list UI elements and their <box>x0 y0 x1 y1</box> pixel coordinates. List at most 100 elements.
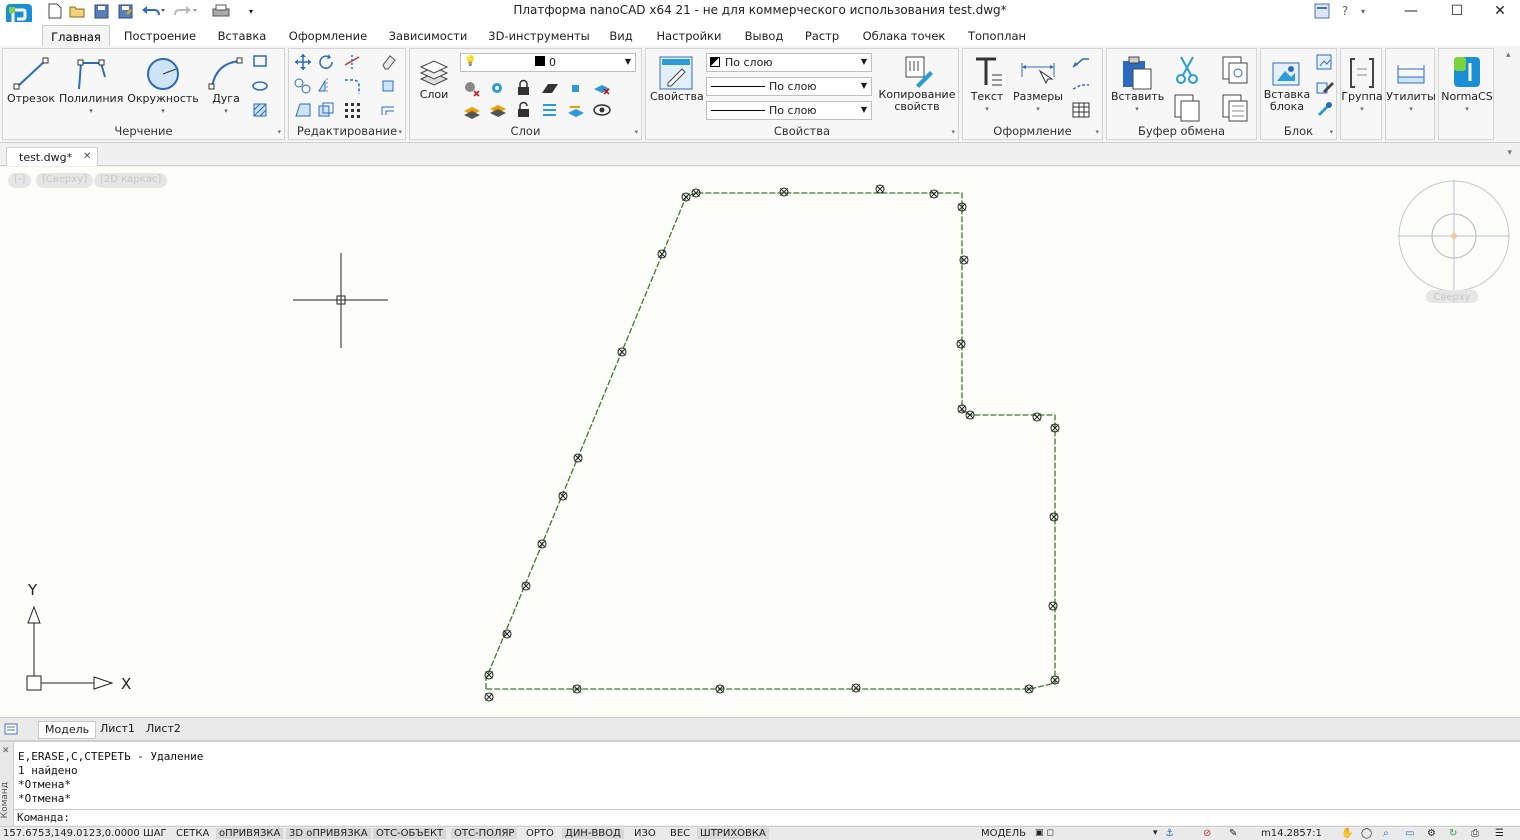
paste-special-icon[interactable] <box>1219 93 1249 123</box>
grip-marker[interactable] <box>681 192 691 202</box>
status-toggle-grid[interactable]: СЕТКА <box>173 828 212 839</box>
tab-view[interactable]: Вид <box>606 25 636 46</box>
sync-icon[interactable]: ↻ <box>1446 828 1460 839</box>
insert-block-button[interactable]: Вставка блока <box>1263 55 1311 115</box>
grip-marker[interactable] <box>573 453 583 463</box>
help-icon[interactable]: ? <box>1338 2 1352 20</box>
workspace-icon[interactable]: ⚙ <box>1424 828 1439 839</box>
qat-customize-icon[interactable]: ▾ <box>246 2 256 20</box>
status-mode[interactable]: МОДЕЛЬ <box>978 828 1029 839</box>
status-toggle-osnap[interactable]: оПРИВЯЗКА <box>216 828 284 839</box>
polyline-button[interactable]: Полилиния ▾ <box>59 55 123 115</box>
text-button[interactable]: Текст ▾ <box>967 55 1007 115</box>
fillet-icon[interactable] <box>343 77 363 95</box>
line-button[interactable]: Отрезок <box>7 55 55 115</box>
scale-readout[interactable]: m14.2857:1 <box>1258 828 1325 839</box>
tab-settings[interactable]: Настройки <box>652 25 726 46</box>
table-icon[interactable] <box>1071 101 1091 119</box>
grip-marker[interactable] <box>484 692 494 702</box>
grip-marker[interactable] <box>959 255 969 265</box>
layer-lock-icon[interactable] <box>514 79 534 97</box>
viewcube-compass[interactable] <box>1398 180 1510 292</box>
grip-marker[interactable] <box>1049 512 1059 522</box>
group-button[interactable]: Группа ▾ <box>1341 55 1383 115</box>
scale-icon[interactable] <box>317 101 337 119</box>
create-block-icon[interactable] <box>1315 53 1335 71</box>
layer-walk-icon[interactable] <box>462 101 482 119</box>
minimize-button[interactable]: — <box>1388 0 1434 22</box>
tab-home[interactable]: Главная <box>42 25 110 46</box>
layer-unlock-icon[interactable] <box>514 101 534 119</box>
document-tab[interactable]: test.dwg* ✕ <box>6 147 98 166</box>
grip-marker[interactable] <box>657 249 667 259</box>
save-icon[interactable] <box>92 2 110 20</box>
arc-button[interactable]: Дуга ▾ <box>205 55 247 115</box>
status-settings-icon[interactable]: ☰ <box>1492 828 1507 839</box>
lineweight-select[interactable]: По слою ▼ <box>706 101 872 120</box>
status-toggle-snap[interactable]: ШАГ <box>140 828 170 839</box>
status-toggle-otrack[interactable]: ОТС-ОБЪЕКТ <box>373 828 447 839</box>
edit-block-icon[interactable] <box>1315 77 1335 95</box>
color-select[interactable]: По слою ▼ <box>706 53 872 72</box>
zoom-icon[interactable]: ⌕ <box>1380 828 1392 839</box>
drawing-canvas[interactable]: [-] [Сверху] [2D каркас] Y X Сверху <box>0 167 1520 717</box>
dimensions-button[interactable]: Размеры ▾ <box>1011 55 1065 115</box>
multileader-icon[interactable] <box>1071 77 1091 95</box>
status-dropdown-icon[interactable]: ▾ <box>1150 828 1161 838</box>
layer-translate-icon[interactable] <box>566 101 586 119</box>
paste-button[interactable]: Вставить ▾ <box>1111 55 1164 115</box>
viewport-icon[interactable]: ▭ <box>1402 828 1417 839</box>
status-toggle-polar[interactable]: ОТС-ПОЛЯР <box>451 828 518 839</box>
help-dropdown-icon[interactable]: ▾ <box>1358 2 1368 20</box>
polyline-dropdown-icon[interactable]: ▾ <box>59 105 123 117</box>
tab-raster[interactable]: Растр <box>800 25 844 46</box>
layer-merge-icon[interactable] <box>488 101 508 119</box>
command-window-handle[interactable]: ✕ Команд <box>0 742 14 837</box>
normacs-button[interactable]: NormaCS ▾ <box>1439 55 1495 115</box>
tab-list-icon[interactable]: ▾ <box>1507 148 1512 158</box>
normacs-dropdown-icon[interactable]: ▾ <box>1439 103 1495 115</box>
layer-current-icon[interactable] <box>566 79 586 97</box>
close-tab-icon[interactable]: ✕ <box>83 151 91 162</box>
tab-output[interactable]: Вывод <box>740 25 788 46</box>
tab-build[interactable]: Построение <box>120 25 200 46</box>
hatch-icon[interactable] <box>251 101 271 119</box>
panel-expand-icon[interactable]: ▾ <box>951 128 955 136</box>
grip-marker[interactable] <box>1032 412 1042 422</box>
properties-button[interactable]: Свойства <box>650 55 704 115</box>
panel-expand-icon[interactable]: ▾ <box>634 128 638 136</box>
redo-icon[interactable] <box>172 2 198 20</box>
mirror-icon[interactable] <box>317 77 337 95</box>
copy-with-base-icon[interactable] <box>1219 55 1249 85</box>
block-attributes-icon[interactable] <box>1315 101 1335 119</box>
copy-icon[interactable] <box>293 77 313 95</box>
rotate-icon[interactable] <box>317 53 337 71</box>
isolate-objects-icon[interactable]: ⊘ <box>1200 828 1214 839</box>
grip-marker[interactable] <box>965 410 975 420</box>
layout-tab-sheet1[interactable]: Лист1 <box>94 721 141 739</box>
rectangle-icon[interactable] <box>251 53 271 71</box>
grip-marker[interactable] <box>956 339 966 349</box>
panel-expand-icon[interactable]: ▾ <box>398 128 402 136</box>
grip-marker[interactable] <box>537 539 547 549</box>
cut-icon[interactable] <box>1173 55 1201 85</box>
coordinates-readout[interactable]: 157.6753,149.0123,0.0000 <box>0 828 143 839</box>
ribbon-minimize-icon[interactable]: ▴ <box>1506 50 1511 60</box>
offset-icon[interactable] <box>379 101 399 119</box>
ellipse-icon[interactable] <box>251 77 271 95</box>
linetype-select[interactable]: По слою ▼ <box>706 77 872 96</box>
explode-icon[interactable] <box>379 77 399 95</box>
circle-button[interactable]: Окружность ▾ <box>127 55 199 115</box>
tab-3d-tools[interactable]: 3D-инструменты <box>484 25 594 46</box>
layer-select[interactable]: 💡 0 ▼ <box>460 53 636 72</box>
text-dropdown-icon[interactable]: ▾ <box>967 103 1007 115</box>
open-folder-icon[interactable] <box>68 2 86 20</box>
layer-match-icon[interactable] <box>540 79 560 97</box>
erase-icon[interactable] <box>379 53 399 71</box>
layer-isolate-icon[interactable] <box>488 79 508 97</box>
layer-states-icon[interactable] <box>540 101 560 119</box>
layer-off-icon[interactable] <box>462 79 482 97</box>
tab-constraints[interactable]: Зависимости <box>386 25 470 46</box>
status-toggle-dyn[interactable]: ДИН-ВВОД <box>562 828 624 839</box>
paste-dropdown-icon[interactable]: ▾ <box>1111 103 1163 115</box>
